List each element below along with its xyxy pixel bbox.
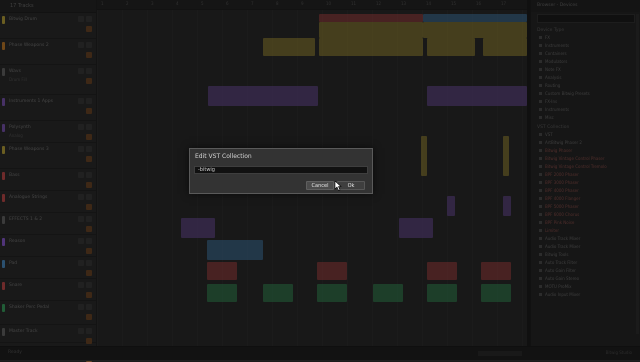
cancel-button[interactable]: Cancel bbox=[306, 181, 334, 190]
daw-window: 17 Tracks Bitwig Drum Phase Weapons 2 Wavs… bbox=[0, 0, 640, 362]
dialog-title: Edit VST Collection bbox=[195, 153, 252, 160]
collection-name-input[interactable]: -bitwig bbox=[194, 166, 368, 174]
mouse-cursor-icon bbox=[335, 181, 342, 191]
edit-vst-collection-dialog: Edit VST Collection -bitwig Cancel Ok bbox=[189, 148, 373, 194]
